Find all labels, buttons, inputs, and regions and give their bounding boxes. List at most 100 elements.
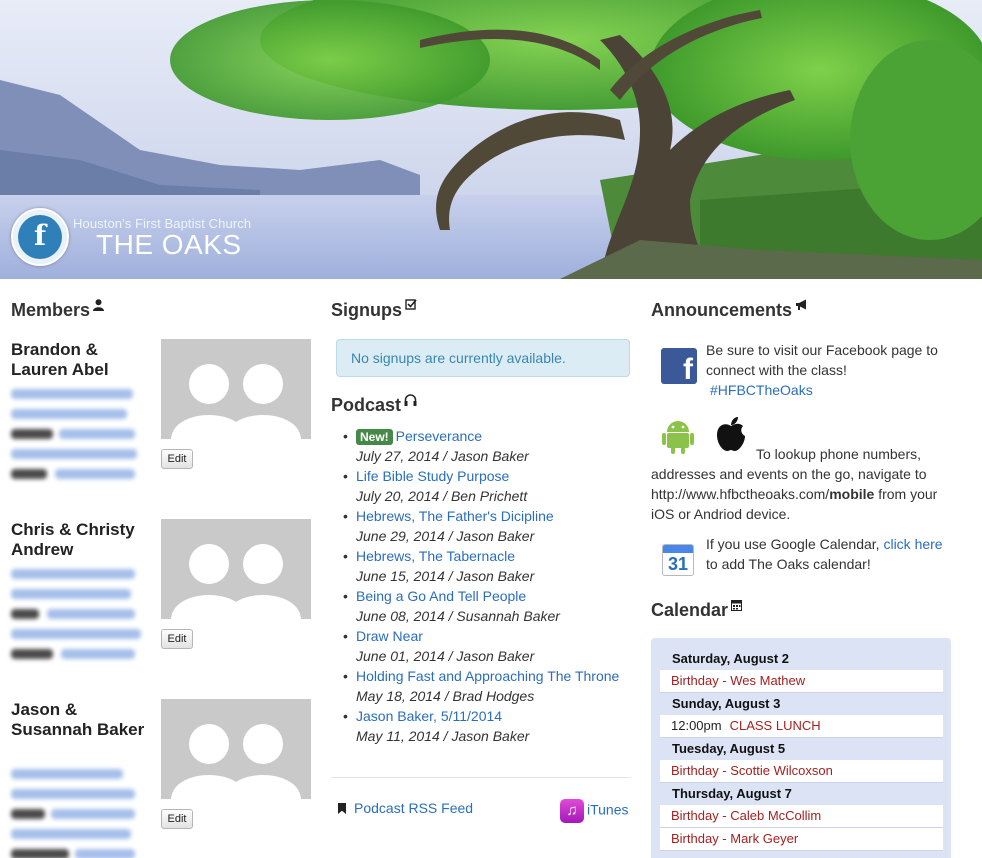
facebook-announcement: Be sure to visit our Facebook page to co… [706,340,961,400]
member-name: Chris & Christy Andrew [11,520,135,559]
calendar-event-time: 12:00pm [671,718,722,733]
new-badge: New! [356,429,393,445]
calendar-title: Calendar [651,598,743,622]
signups-podcast-section: Signups No signups are currently availab… [331,298,631,746]
member-city [11,789,135,799]
bullhorn-icon [795,298,808,316]
member-email[interactable] [11,449,137,459]
podcast-item-meta: July 20, 2014 / Ben Prichett [356,488,528,504]
calendar-day-header: Saturday, August 2 [672,651,790,666]
google-calendar-icon: 31 [662,544,694,576]
itunes-link[interactable]: ♫ iTunes [560,799,629,823]
podcast-item-title[interactable]: Hebrews, The Tabernacle [356,546,631,566]
podcast-rss-link[interactable]: Podcast RSS Feed [338,800,473,816]
calendar-event[interactable]: 12:00pm CLASS LUNCH [660,715,943,738]
edit-button[interactable]: Edit [161,449,193,469]
member-photo-placeholder [161,519,311,619]
member-address [11,389,133,399]
signups-title: Signups [331,298,631,322]
calendar-widget: Saturday, August 2 Birthday - Wes Mathew… [651,638,951,858]
announcements-section: Announcements f Be sure to visit our Fac… [651,298,961,858]
member-contact-label [11,809,45,819]
member-name: Jason & Susannah Baker [11,700,145,739]
podcast-item: Draw Near June 01, 2014 / Jason Baker [343,626,631,666]
podcast-item: Holding Fast and Approaching The Throne … [343,666,631,706]
facebook-text: Be sure to visit our Facebook page to co… [706,342,938,378]
member-phone[interactable] [47,609,135,619]
podcast-divider [331,777,631,778]
calendar-event[interactable]: Birthday - Caleb McCollim [660,805,943,828]
member-city [11,589,131,599]
podcast-item-title[interactable]: Draw Near [356,626,631,646]
member-address [11,769,123,779]
podcast-list: New!Perseverance July 27, 2014 / Jason B… [343,426,631,746]
calendar-event-title: Birthday - Wes Mathew [671,673,806,688]
member-contact-label [11,429,53,439]
podcast-item-title[interactable]: Life Bible Study Purpose [356,466,631,486]
calendar-title-text: Calendar [651,600,729,620]
member-address [11,569,135,579]
podcast-item-meta: June 15, 2014 / Jason Baker [356,568,535,584]
podcast-item-meta: June 08, 2014 / Susannah Baker [356,608,560,624]
podcast-item: Hebrews, The Tabernacle June 15, 2014 / … [343,546,631,586]
podcast-item-meta: July 27, 2014 / Jason Baker [356,448,529,464]
podcast-item-title[interactable]: Being a Go And Tell People [356,586,631,606]
announcements-title-text: Announcements [651,300,793,320]
calendar-event-title: Birthday - Mark Geyer [671,831,799,846]
google-text-after: to add The Oaks calendar! [706,556,871,572]
class-name[interactable]: THE OAKS [96,229,242,261]
google-calendar-link[interactable]: click here [883,536,942,552]
podcast-item: Hebrews, The Father's Dicipline June 29,… [343,506,631,546]
calendar-event[interactable]: Birthday - Mark Geyer [660,828,943,851]
podcast-item-title[interactable]: Holding Fast and Approaching The Throne [356,666,631,686]
members-section: Members Brandon & Lauren Abel Edit Chris… [11,298,311,858]
google-calendar-announcement: If you use Google Calendar, click here t… [706,534,961,574]
church-logo[interactable]: f [11,208,69,266]
member-phone[interactable] [75,849,135,858]
member-email[interactable] [11,829,131,839]
podcast-title-text: Podcast [331,395,402,415]
facebook-hashtag-link[interactable]: #HFBCTheOaks [706,382,813,398]
member-phone[interactable] [51,809,135,819]
podcast-item-meta: May 11, 2014 / Jason Baker [356,728,530,744]
headphones-icon [404,393,417,411]
itunes-label: iTunes [587,801,629,818]
podcast-item-meta: May 18, 2014 / Brad Hodges [356,688,535,704]
itunes-icon: ♫ [560,799,584,823]
announcements-title: Announcements [651,298,961,322]
mobile-announcement: To lookup phone numbers, addresses and e… [651,444,961,524]
calendar-event[interactable]: Birthday - Wes Mathew [660,670,943,693]
member-card: Jason & Susannah Baker Edit [11,658,311,858]
member-phone[interactable] [59,429,135,439]
edit-button[interactable]: Edit [161,809,193,829]
member-photo-placeholder [161,699,311,799]
signups-empty-alert: No signups are currently available. [336,339,630,377]
calendar-day-header: Thursday, August 7 [672,786,792,801]
podcast-item: New!Perseverance July 27, 2014 / Jason B… [343,426,631,466]
calendar-event-title: Birthday - Scottie Wilcoxson [671,763,833,778]
podcast-title: Podcast [331,393,631,417]
calendar-event-title: CLASS LUNCH [729,718,821,733]
member-name: Brandon & Lauren Abel [11,340,109,379]
podcast-item: Jason Baker, 5/11/2014 May 11, 2014 / Ja… [343,706,631,746]
member-contact-label [11,849,69,858]
podcast-item-title[interactable]: Hebrews, The Father's Dicipline [356,506,631,526]
podcast-item-title[interactable]: Jason Baker, 5/11/2014 [356,706,631,726]
edit-button[interactable]: Edit [161,629,193,649]
rss-label: Podcast RSS Feed [354,800,474,816]
member-contact-label [11,609,39,619]
calendar-icon-day: 31 [667,554,689,574]
calendar-event[interactable]: Birthday - Scottie Wilcoxson [660,760,943,783]
member-email[interactable] [11,629,141,639]
podcast-item: Life Bible Study Purpose July 20, 2014 /… [343,466,631,506]
calendar-icon [731,598,743,616]
calendar-day-header: Sunday, August 3 [672,696,781,711]
mobile-bold-text: mobile [829,486,875,502]
facebook-icon[interactable]: f [661,348,697,384]
member-card: Brandon & Lauren Abel Edit [11,298,311,479]
podcast-item: Being a Go And Tell People June 08, 2014… [343,586,631,626]
logo-glyph: f [33,219,47,252]
calendar-day-header: Tuesday, August 5 [672,741,786,756]
podcast-item-title[interactable]: Perseverance [396,428,482,444]
bookmark-icon [338,803,346,814]
